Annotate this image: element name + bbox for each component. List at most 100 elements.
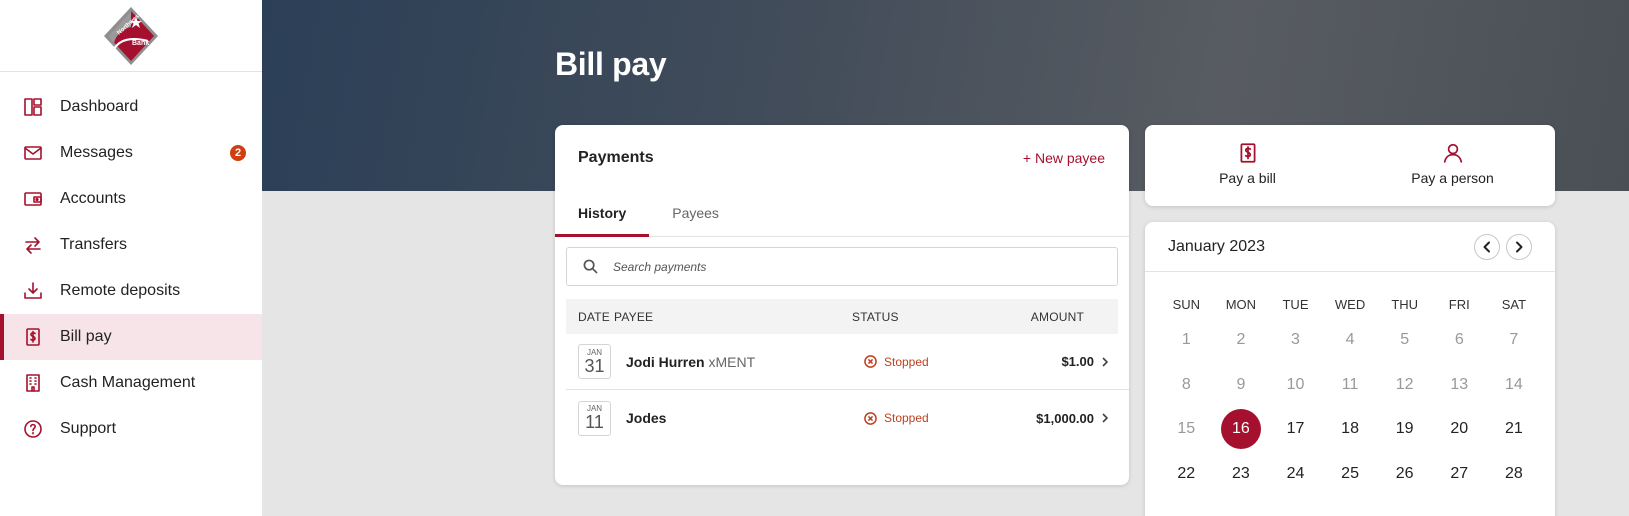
pay-a-person-button[interactable]: Pay a person	[1350, 125, 1555, 206]
calendar-day[interactable]: 17	[1268, 407, 1323, 452]
person-icon	[1443, 143, 1462, 163]
weekday-header: SUN	[1172, 297, 1201, 312]
payments-table-header: DATE PAYEE STATUS AMOUNT	[566, 299, 1118, 334]
calendar-day[interactable]: 23	[1214, 452, 1269, 497]
calendar-day-number: 22	[1177, 464, 1196, 482]
receipt-dollar-icon	[22, 326, 44, 348]
calendar-day-number: 25	[1341, 464, 1359, 482]
sidebar-item-bill-pay[interactable]: Bill pay	[0, 314, 262, 360]
calendar-day-number: 28	[1504, 464, 1523, 482]
calendar-day-number: 14	[1504, 375, 1523, 393]
calendar-day-number: 19	[1395, 420, 1414, 438]
calendar-day-number: 3	[1291, 331, 1300, 349]
calendar-day[interactable]: 28	[1487, 452, 1542, 497]
calendar-day-number: 18	[1341, 420, 1359, 438]
calendar-day-number: 10	[1286, 375, 1305, 393]
calendar-day[interactable]: 22	[1159, 452, 1214, 497]
bank-logo[interactable]: Northwest Bank	[102, 5, 160, 67]
question-circle-icon	[22, 418, 44, 440]
sidebar-nav: Dashboard Messages 2 Accounts Transfers	[0, 72, 262, 452]
search-payments-input[interactable]	[613, 259, 1053, 274]
calendar-day-number: 2	[1236, 331, 1246, 349]
table-row[interactable]: JAN 31 Jodi Hurren xMENT Stopped $1.00	[566, 334, 1129, 390]
calendar-month-title: January 2023	[1168, 237, 1265, 255]
previous-month-button[interactable]	[1474, 233, 1500, 260]
calendar-day-number: 15	[1177, 420, 1196, 438]
sidebar-item-label: Remote deposits	[60, 282, 181, 299]
status-text: Stopped	[884, 354, 929, 369]
search-box	[566, 247, 1118, 286]
calendar-day[interactable]: 27	[1432, 452, 1487, 497]
column-header-status[interactable]: STATUS	[852, 310, 972, 324]
calendar-day[interactable]: 4	[1323, 318, 1378, 363]
calendar-day[interactable]: 21	[1487, 407, 1542, 452]
calendar-day-number: 20	[1450, 420, 1469, 438]
calendar-day[interactable]: 1	[1159, 318, 1214, 363]
calendar-header: January 2023	[1145, 222, 1555, 272]
sidebar-item-support[interactable]: Support	[0, 406, 262, 452]
calendar-day[interactable]: 6	[1432, 318, 1487, 363]
calendar-day-number: 8	[1181, 375, 1191, 393]
column-header-date[interactable]: DATE	[566, 310, 614, 324]
calendar-day[interactable]: 8	[1159, 363, 1214, 408]
payments-title: Payments	[578, 148, 654, 166]
sidebar-item-remote-deposits[interactable]: Remote deposits	[0, 268, 262, 314]
calendar-day[interactable]: 26	[1377, 452, 1432, 497]
status-badge: Stopped	[864, 355, 984, 369]
weekday-header: THU	[1391, 297, 1419, 312]
calendar-day[interactable]: 7	[1487, 318, 1542, 363]
calendar-day[interactable]: 12	[1377, 363, 1432, 408]
calendar-day[interactable]: 24	[1268, 452, 1323, 497]
sidebar-item-label: Support	[60, 420, 117, 437]
calendar-day[interactable]: 20	[1432, 407, 1487, 452]
calendar-day[interactable]: 13	[1432, 363, 1487, 408]
payee-name: Jodes	[626, 410, 864, 426]
calendar-grid: SUN MON TUE WED THU FRI SAT 1 2 3 4 5 6 7 8 9 10 11 12 13 14…	[1159, 292, 1555, 496]
wallet-icon	[22, 188, 44, 210]
calendar-day-number: 4	[1345, 331, 1355, 349]
calendar-day[interactable]: 14	[1487, 363, 1542, 408]
calendar-day-number: 27	[1450, 464, 1469, 482]
calendar-day-today[interactable]: 16	[1214, 407, 1269, 452]
sidebar-item-messages[interactable]: Messages 2	[0, 130, 262, 176]
calendar-day[interactable]: 3	[1268, 318, 1323, 363]
download-tray-icon	[22, 280, 44, 302]
calendar-day-number: 5	[1400, 331, 1410, 349]
next-month-button[interactable]	[1506, 233, 1532, 260]
payment-amount: $1,000.00	[1036, 410, 1094, 426]
calendar-day[interactable]: 25	[1323, 452, 1378, 497]
table-row[interactable]: JAN 11 Jodes Stopped $1,000.00	[566, 390, 1129, 446]
column-header-payee[interactable]: PAYEE	[614, 310, 852, 324]
calendar-day-number: 7	[1509, 331, 1519, 349]
sidebar-item-accounts[interactable]: Accounts	[0, 176, 262, 222]
tab-history[interactable]: History	[555, 195, 650, 237]
sidebar-item-label: Transfers	[60, 236, 127, 253]
calendar-day[interactable]: 2	[1214, 318, 1269, 363]
sidebar-item-label: Cash Management	[60, 374, 196, 391]
weekday-header: SAT	[1501, 297, 1527, 312]
status-text: Stopped	[884, 411, 929, 425]
calendar-day[interactable]: 19	[1377, 407, 1432, 452]
tab-payees[interactable]: Payees	[649, 195, 742, 237]
calendar-day-number: 23	[1231, 464, 1250, 482]
payee-name: Jodi Hurren xMENT	[626, 354, 864, 370]
calendar-day[interactable]: 15	[1159, 407, 1214, 452]
new-payee-link[interactable]: + New payee	[1023, 150, 1105, 166]
calendar-day-number: 11	[1341, 375, 1359, 393]
calendar-day[interactable]: 18	[1323, 407, 1378, 452]
sidebar-item-transfers[interactable]: Transfers	[0, 222, 262, 268]
sidebar-item-dashboard[interactable]: Dashboard	[0, 84, 262, 130]
calendar-nav	[1474, 233, 1532, 260]
calendar-day[interactable]: 5	[1377, 318, 1432, 363]
calendar-day[interactable]: 9	[1214, 363, 1269, 408]
logo-area: Northwest Bank	[0, 0, 262, 72]
pay-a-bill-button[interactable]: Pay a bill	[1145, 125, 1350, 206]
weekday-header: FRI	[1448, 297, 1470, 312]
calendar-day-number: 1	[1181, 331, 1191, 349]
calendar-day[interactable]: 11	[1323, 363, 1378, 408]
calendar-day-number: 17	[1286, 420, 1305, 438]
sidebar-item-cash-management[interactable]: Cash Management	[0, 360, 262, 406]
chevron-right-icon	[1094, 410, 1116, 426]
calendar-day[interactable]: 10	[1268, 363, 1323, 408]
column-header-amount[interactable]: AMOUNT	[972, 310, 1084, 324]
